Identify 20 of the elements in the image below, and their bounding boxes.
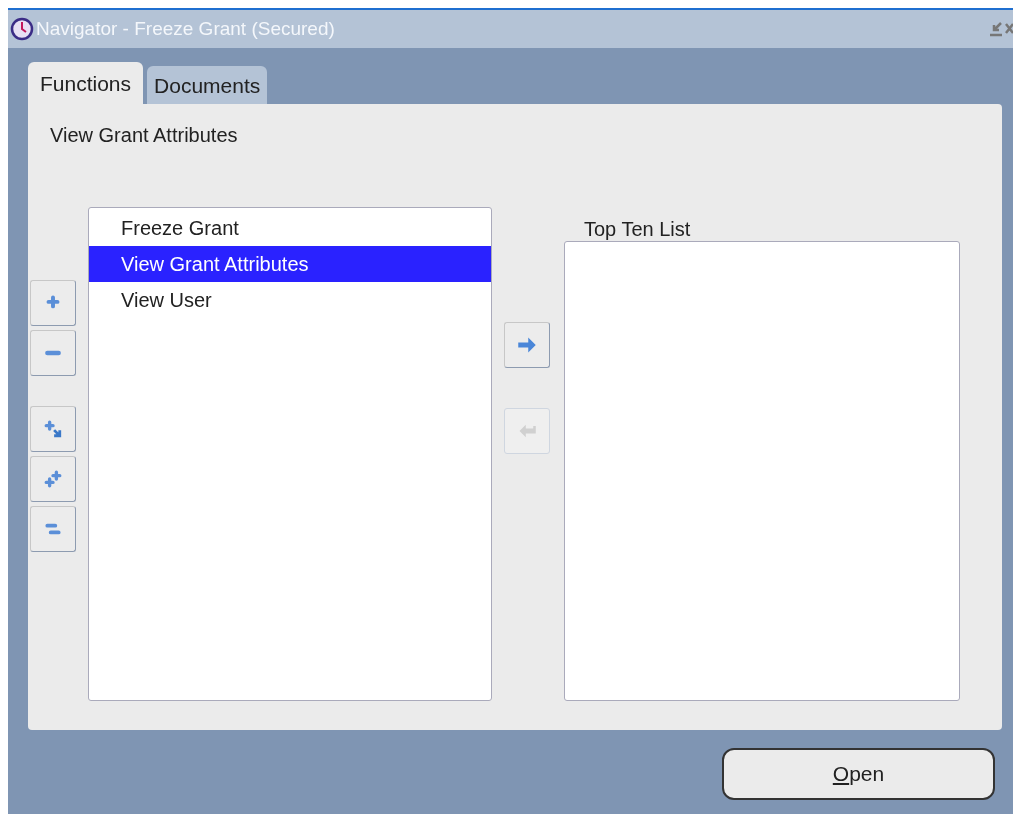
tab[interactable]: Functions bbox=[28, 62, 144, 104]
add-to-list-button[interactable] bbox=[504, 322, 550, 368]
open-button[interactable]: Open bbox=[722, 748, 995, 800]
list-item[interactable]: View Grant Attributes bbox=[89, 246, 491, 282]
minimize-icon[interactable] bbox=[989, 21, 1003, 37]
add-button[interactable] bbox=[30, 280, 76, 326]
expand-all-button[interactable] bbox=[30, 456, 76, 502]
clock-icon bbox=[10, 17, 34, 41]
right-arrow-icon bbox=[516, 335, 538, 355]
expand-button[interactable] bbox=[30, 406, 76, 452]
list-item[interactable]: View User bbox=[89, 282, 491, 318]
window-title: Navigator - Freeze Grant (Secured) bbox=[36, 16, 336, 41]
double-plus-icon bbox=[44, 470, 62, 488]
section-heading: View Grant Attributes bbox=[50, 123, 239, 148]
plus-arrow-icon bbox=[44, 420, 62, 438]
collapse-all-button[interactable] bbox=[30, 506, 76, 552]
list-item[interactable]: Freeze Grant bbox=[89, 210, 491, 246]
tab[interactable]: Documents bbox=[147, 66, 268, 104]
remove-button[interactable] bbox=[30, 330, 76, 376]
list-label: Top Ten List bbox=[584, 217, 691, 242]
